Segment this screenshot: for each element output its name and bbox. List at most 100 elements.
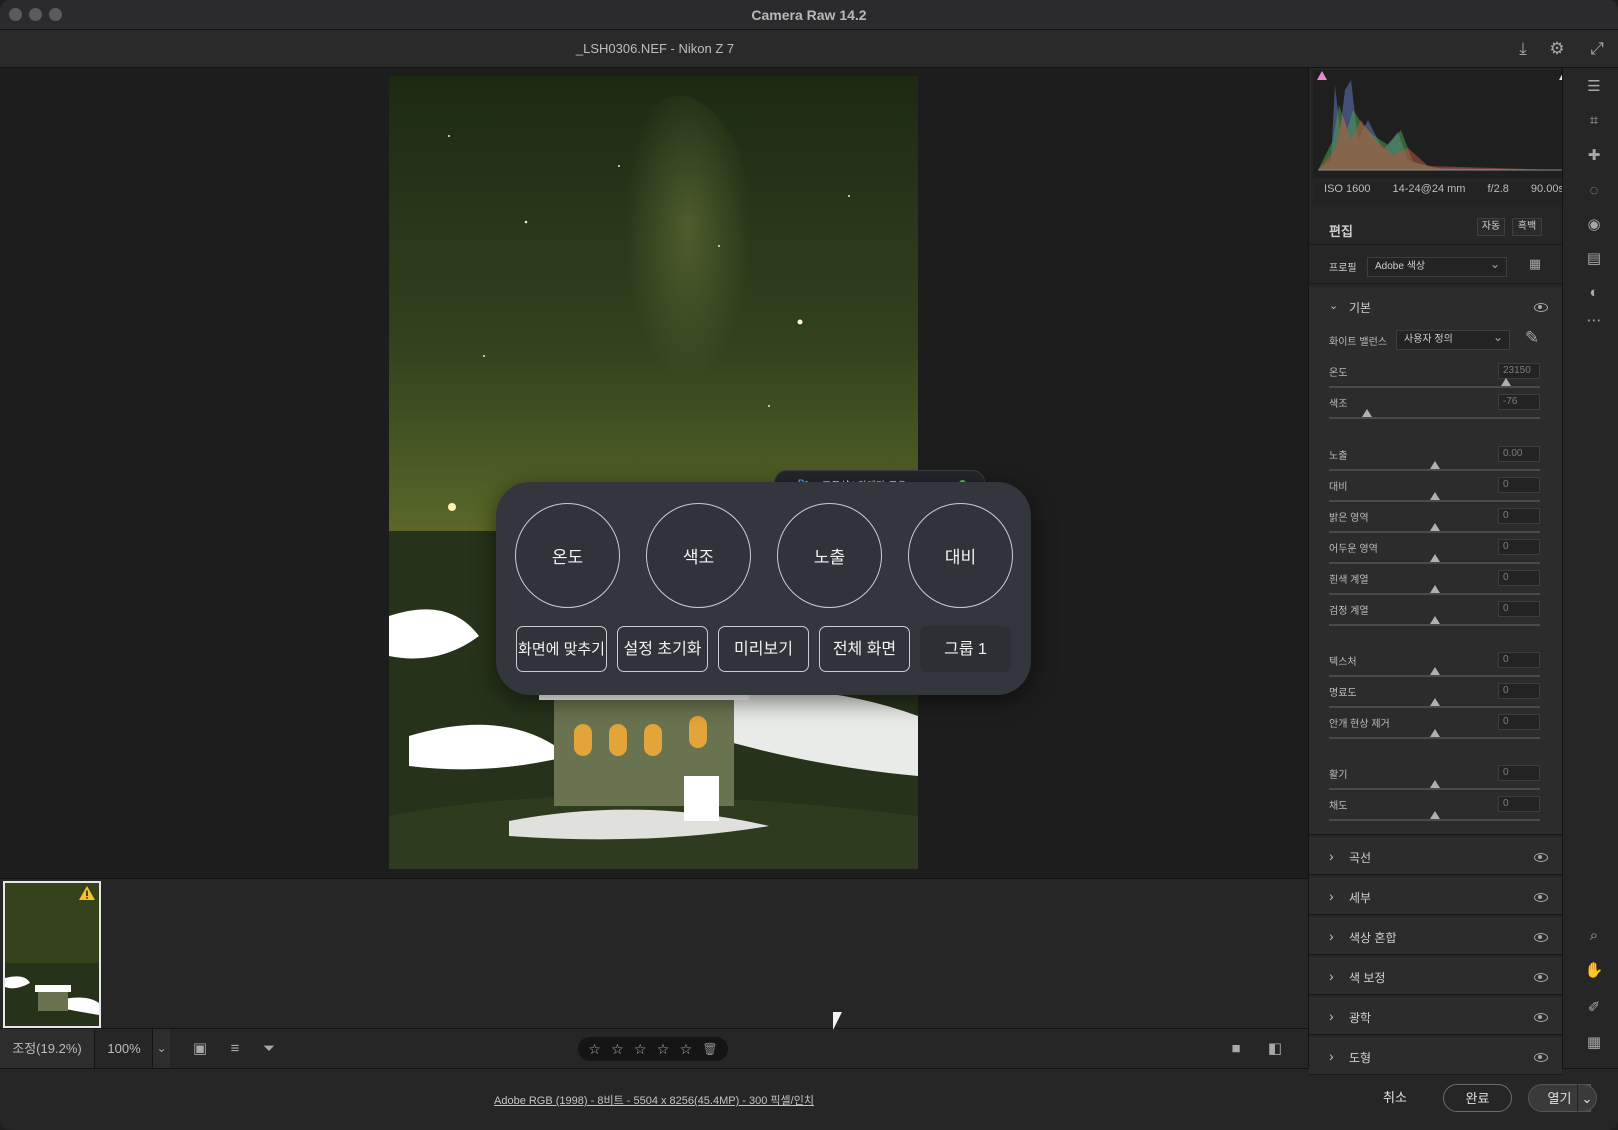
slider-track[interactable] xyxy=(1329,706,1540,708)
panel-section[interactable]: › 색 보정 xyxy=(1309,957,1562,995)
shadow-clipping-icon[interactable] xyxy=(1316,70,1328,82)
trash-icon[interactable]: 🗑 xyxy=(702,1042,717,1056)
slider-value-input[interactable]: 0 xyxy=(1498,652,1540,668)
eye-icon[interactable] xyxy=(1534,933,1548,942)
slider-thumb[interactable] xyxy=(1429,698,1440,706)
done-button[interactable]: 완료 xyxy=(1443,1084,1512,1112)
slider-thumb[interactable] xyxy=(1429,811,1440,819)
slider-track[interactable] xyxy=(1329,675,1540,677)
slider-track[interactable] xyxy=(1329,819,1540,821)
panel-section[interactable]: › 광학 xyxy=(1309,997,1562,1035)
workflow-options-link[interactable]: Adobe RGB (1998) - 8비트 - 5504 x 8256(45.… xyxy=(0,1092,1308,1108)
slider-thumb[interactable] xyxy=(1429,492,1440,500)
slider-track[interactable] xyxy=(1329,386,1540,388)
star-icon[interactable]: ☆ xyxy=(634,1041,647,1058)
slider-value-input[interactable]: 0.00 xyxy=(1498,446,1540,462)
white-balance-select[interactable]: 사용자 정의 xyxy=(1396,328,1510,350)
chevron-down-icon[interactable]: ⌄ xyxy=(1329,299,1338,312)
zoom-value[interactable]: 100% xyxy=(96,1029,152,1068)
chevron-right-icon[interactable]: › xyxy=(1329,848,1334,864)
sort-icon[interactable]: ≡ xyxy=(225,1039,245,1059)
reset-settings-button[interactable]: 설정 초기화 xyxy=(617,626,708,672)
star-icon[interactable]: ☆ xyxy=(611,1041,624,1058)
contrast-dial[interactable]: 대비 xyxy=(908,503,1013,608)
eye-icon[interactable] xyxy=(1534,893,1548,902)
slider-value-input[interactable]: 0 xyxy=(1498,765,1540,781)
slider-thumb[interactable] xyxy=(1429,554,1440,562)
slider-track[interactable] xyxy=(1329,500,1540,502)
star-icon[interactable]: ☆ xyxy=(680,1041,693,1058)
temperature-dial[interactable]: 온도 xyxy=(515,503,620,608)
more-icon[interactable]: ⋯ xyxy=(1583,310,1605,332)
slider-track[interactable] xyxy=(1329,417,1540,419)
chevron-right-icon[interactable]: › xyxy=(1329,888,1334,904)
panel-section[interactable]: › 세부 xyxy=(1309,877,1562,915)
before-after-icon[interactable]: ◧ xyxy=(1265,1039,1285,1059)
red-eye-icon[interactable]: ◉ xyxy=(1583,214,1605,236)
slider-track[interactable] xyxy=(1329,531,1540,533)
panel-section[interactable]: › 도형 xyxy=(1309,1037,1562,1075)
slider-value-input[interactable]: 23150 xyxy=(1498,363,1540,379)
slider-track[interactable] xyxy=(1329,737,1540,739)
slider-value-input[interactable]: 0 xyxy=(1498,714,1540,730)
auto-button[interactable]: 자동 xyxy=(1477,218,1505,236)
slider-value-input[interactable]: 0 xyxy=(1498,601,1540,617)
exposure-dial[interactable]: 노출 xyxy=(777,503,882,608)
eye-icon[interactable] xyxy=(1534,973,1548,982)
slider-value-input[interactable]: 0 xyxy=(1498,539,1540,555)
eye-icon[interactable] xyxy=(1534,1013,1548,1022)
mask-icon[interactable]: ◌ xyxy=(1583,180,1605,202)
crop-icon[interactable]: ⌗ xyxy=(1583,110,1605,132)
fullscreen-icon[interactable]: ⤢ xyxy=(1587,39,1607,59)
cancel-button[interactable]: 취소 xyxy=(1370,1084,1420,1112)
save-icon[interactable]: ⤓ xyxy=(1513,39,1533,59)
profile-browser-icon[interactable]: ▦ xyxy=(1527,256,1543,272)
slider-thumb[interactable] xyxy=(1501,378,1512,386)
filmstrip-thumbnail[interactable] xyxy=(3,881,101,1028)
slider-value-input[interactable]: -76 xyxy=(1498,394,1540,410)
slider-thumb[interactable] xyxy=(1429,780,1440,788)
slider-thumb[interactable] xyxy=(1429,729,1440,737)
slider-track[interactable] xyxy=(1329,593,1540,595)
slider-track[interactable] xyxy=(1329,788,1540,790)
chevron-right-icon[interactable]: › xyxy=(1329,1008,1334,1024)
color-sampler-icon[interactable]: ✐ xyxy=(1583,997,1605,1019)
eye-icon[interactable] xyxy=(1534,1053,1548,1062)
slider-thumb[interactable] xyxy=(1429,585,1440,593)
filmstrip-options-icon[interactable]: ▣ xyxy=(190,1039,210,1059)
panel-section[interactable]: › 색상 혼합 xyxy=(1309,917,1562,955)
slider-thumb[interactable] xyxy=(1429,523,1440,531)
gear-icon[interactable]: ⚙ xyxy=(1547,39,1567,59)
chevron-right-icon[interactable]: › xyxy=(1329,928,1334,944)
slider-track[interactable] xyxy=(1329,469,1540,471)
tint-dial[interactable]: 색조 xyxy=(646,503,751,608)
edit-sliders-icon[interactable]: ☰ xyxy=(1583,76,1605,98)
basic-section-title[interactable]: 기본 xyxy=(1349,299,1371,316)
group-1-button[interactable]: 그룹 1 xyxy=(920,626,1011,672)
slider-track[interactable] xyxy=(1329,562,1540,564)
star-icon[interactable]: ☆ xyxy=(588,1041,601,1058)
slider-thumb[interactable] xyxy=(1429,616,1440,624)
slider-value-input[interactable]: 0 xyxy=(1498,508,1540,524)
snapshots-icon[interactable]: ▤ xyxy=(1583,248,1605,270)
eye-icon[interactable] xyxy=(1534,853,1548,862)
healing-icon[interactable]: ✚ xyxy=(1583,145,1605,167)
full-screen-button[interactable]: 전체 화면 xyxy=(819,626,910,672)
open-options-chevron-icon[interactable]: ⌄ xyxy=(1577,1084,1597,1112)
chevron-right-icon[interactable]: › xyxy=(1329,968,1334,984)
eye-icon[interactable] xyxy=(1534,303,1548,312)
profile-select[interactable]: Adobe 색상 xyxy=(1367,255,1507,277)
presets-icon[interactable]: ◐ xyxy=(1583,282,1605,304)
zoom-fit-label[interactable]: 조정(19.2%) xyxy=(0,1029,95,1068)
slider-track[interactable] xyxy=(1329,624,1540,626)
slider-value-input[interactable]: 0 xyxy=(1498,570,1540,586)
grid-overlay-icon[interactable]: ▦ xyxy=(1583,1032,1605,1054)
zoom-tool-icon[interactable]: ⌕ xyxy=(1583,925,1605,947)
chevron-right-icon[interactable]: › xyxy=(1329,1048,1334,1064)
fit-to-screen-button[interactable]: 화면에 맞추기 xyxy=(516,626,607,672)
slider-value-input[interactable]: 0 xyxy=(1498,477,1540,493)
slider-thumb[interactable] xyxy=(1429,667,1440,675)
preview-button[interactable]: 미리보기 xyxy=(718,626,809,672)
bw-button[interactable]: 흑백 xyxy=(1512,218,1542,236)
filter-icon[interactable]: ⏷ xyxy=(259,1039,279,1059)
